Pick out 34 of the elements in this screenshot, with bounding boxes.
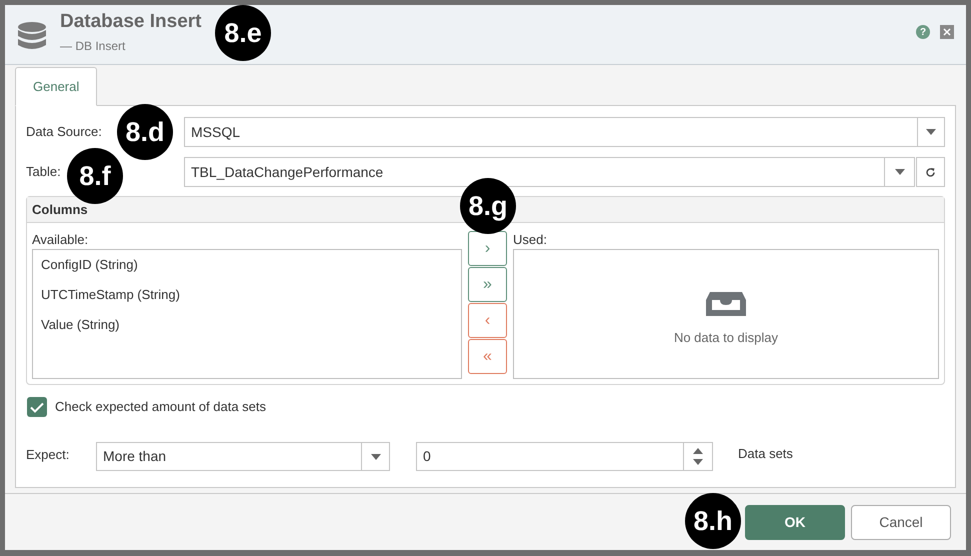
- caret-icon: [926, 129, 936, 135]
- close-icon[interactable]: [940, 25, 954, 39]
- tab[interactable]: General: [15, 67, 98, 106]
- refresh-icon: [925, 166, 936, 178]
- table-dropdown[interactable]: TBL_DataChangePerformance: [184, 157, 915, 187]
- window-title: Database Insert: [60, 11, 202, 33]
- data-source-dropdown[interactable]: MSSQL: [184, 117, 945, 147]
- list-item[interactable]: UTCTimeStamp (String): [41, 285, 180, 315]
- list-item[interactable]: Value (String): [41, 315, 120, 345]
- field-label: Table:: [26, 163, 61, 182]
- unit-label: Data sets: [738, 445, 793, 463]
- window-subtitle: — DB Insert: [60, 38, 126, 55]
- cancel-button[interactable]: Cancel: [851, 504, 951, 540]
- empty-message: No data to display: [674, 329, 778, 348]
- list-label: Available:: [32, 231, 90, 249]
- list-label: Used:: [513, 231, 548, 249]
- check-icon: [30, 402, 44, 412]
- caret-icon: [894, 169, 904, 175]
- add-button[interactable]: ›: [468, 231, 507, 266]
- spin-up-icon[interactable]: [693, 448, 703, 454]
- spin-down-icon[interactable]: [693, 459, 703, 465]
- list-item[interactable]: ConfigID (String): [41, 255, 138, 285]
- database-icon: [17, 21, 47, 51]
- expect-dropdown[interactable]: More than: [96, 442, 390, 471]
- refresh-button[interactable]: [916, 157, 945, 187]
- field-label: Expect:: [26, 446, 70, 464]
- add-button[interactable]: »: [468, 267, 507, 302]
- checkbox-label: Check expected amount of data sets: [55, 398, 266, 416]
- ok-button[interactable]: OK: [745, 504, 845, 540]
- field-label: Data Source:: [26, 123, 102, 142]
- caret-icon: [370, 454, 380, 460]
- checkbox[interactable]: [27, 397, 47, 417]
- count-spinner[interactable]: 0: [416, 442, 713, 471]
- inbox-icon: [706, 290, 746, 316]
